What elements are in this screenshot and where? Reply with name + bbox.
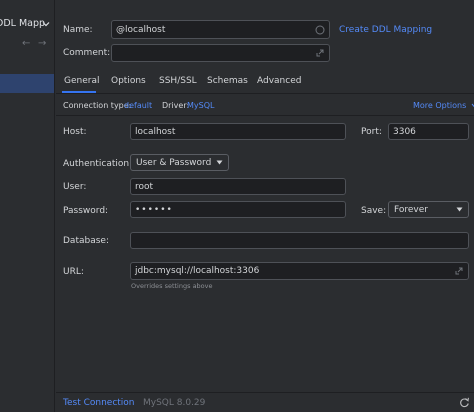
password-field[interactable]: •••••• — [130, 201, 346, 218]
more-options-label: More Options — [413, 101, 467, 110]
host-label: Host: — [63, 127, 87, 137]
chevron-down-icon — [456, 207, 463, 212]
url-value: jdbc:mysql://localhost:3306 — [135, 266, 260, 276]
divider — [56, 115, 474, 116]
database-field[interactable] — [130, 232, 469, 249]
name-field[interactable]: @localhost — [111, 20, 330, 39]
ddl-mapping-selector[interactable]: DDL Mapp — [0, 14, 54, 34]
refresh-icon[interactable] — [459, 397, 470, 408]
chevron-down-icon — [216, 160, 223, 165]
more-options-link[interactable]: More Options — [413, 101, 474, 110]
tab-options[interactable]: Options — [111, 76, 146, 86]
back-arrow-icon[interactable]: ← — [22, 38, 30, 49]
connection-type-link[interactable]: default — [124, 101, 152, 110]
ddl-mapping-label: DDL Mapp — [0, 18, 46, 29]
active-tab-indicator — [62, 91, 96, 93]
authentication-dropdown[interactable]: User & Password — [130, 154, 229, 171]
forward-arrow-icon[interactable]: → — [38, 38, 46, 49]
tab-bar: General Options SSH/SSL Schemas Advanced — [56, 70, 474, 94]
port-value: 3306 — [393, 126, 416, 137]
name-value: @localhost — [116, 24, 166, 35]
user-field[interactable]: root — [130, 178, 346, 195]
create-ddl-mapping-link[interactable]: Create DDL Mapping — [339, 25, 432, 35]
save-dropdown[interactable]: Forever — [388, 201, 469, 218]
host-field[interactable]: localhost — [130, 123, 346, 140]
save-value: Forever — [394, 204, 428, 215]
url-label: URL: — [63, 267, 84, 277]
comment-label: Comment: — [63, 48, 111, 58]
host-value: localhost — [135, 126, 176, 137]
driver-version: MySQL 8.0.29 — [143, 398, 206, 408]
url-hint: Overrides settings above — [131, 282, 213, 290]
user-value: root — [135, 181, 154, 192]
expand-icon[interactable] — [315, 48, 325, 58]
sidebar-nav: ← → — [22, 38, 52, 50]
driver-link[interactable]: MySQL — [187, 101, 214, 110]
comment-field[interactable] — [111, 44, 330, 62]
sidebar: DDL Mapp ← → — [0, 0, 55, 412]
chevron-down-icon — [42, 22, 50, 27]
test-connection-link[interactable]: Test Connection — [63, 398, 135, 408]
url-field[interactable]: jdbc:mysql://localhost:3306 — [130, 262, 469, 280]
circle-icon[interactable] — [315, 25, 325, 35]
password-value: •••••• — [135, 204, 173, 215]
user-label: User: — [63, 182, 87, 192]
authentication-label: Authentication: — [63, 159, 133, 169]
port-field[interactable]: 3306 — [388, 123, 469, 140]
footer: Test Connection MySQL 8.0.29 — [56, 392, 474, 412]
tab-general[interactable]: General — [64, 76, 99, 86]
driver-label: Driver: — [162, 101, 190, 110]
tab-ssh-ssl[interactable]: SSH/SSL — [159, 76, 197, 86]
expand-icon[interactable] — [454, 266, 464, 276]
connection-type-label: Connection type: — [63, 101, 132, 110]
password-label: Password: — [63, 206, 109, 216]
port-label: Port: — [361, 127, 382, 137]
database-label: Database: — [63, 236, 109, 246]
name-label: Name: — [63, 25, 93, 35]
sidebar-selected-item[interactable] — [0, 74, 54, 93]
tab-schemas[interactable]: Schemas — [207, 76, 248, 86]
authentication-value: User & Password — [136, 157, 212, 168]
tab-advanced[interactable]: Advanced — [257, 76, 301, 86]
save-label: Save: — [361, 206, 387, 216]
